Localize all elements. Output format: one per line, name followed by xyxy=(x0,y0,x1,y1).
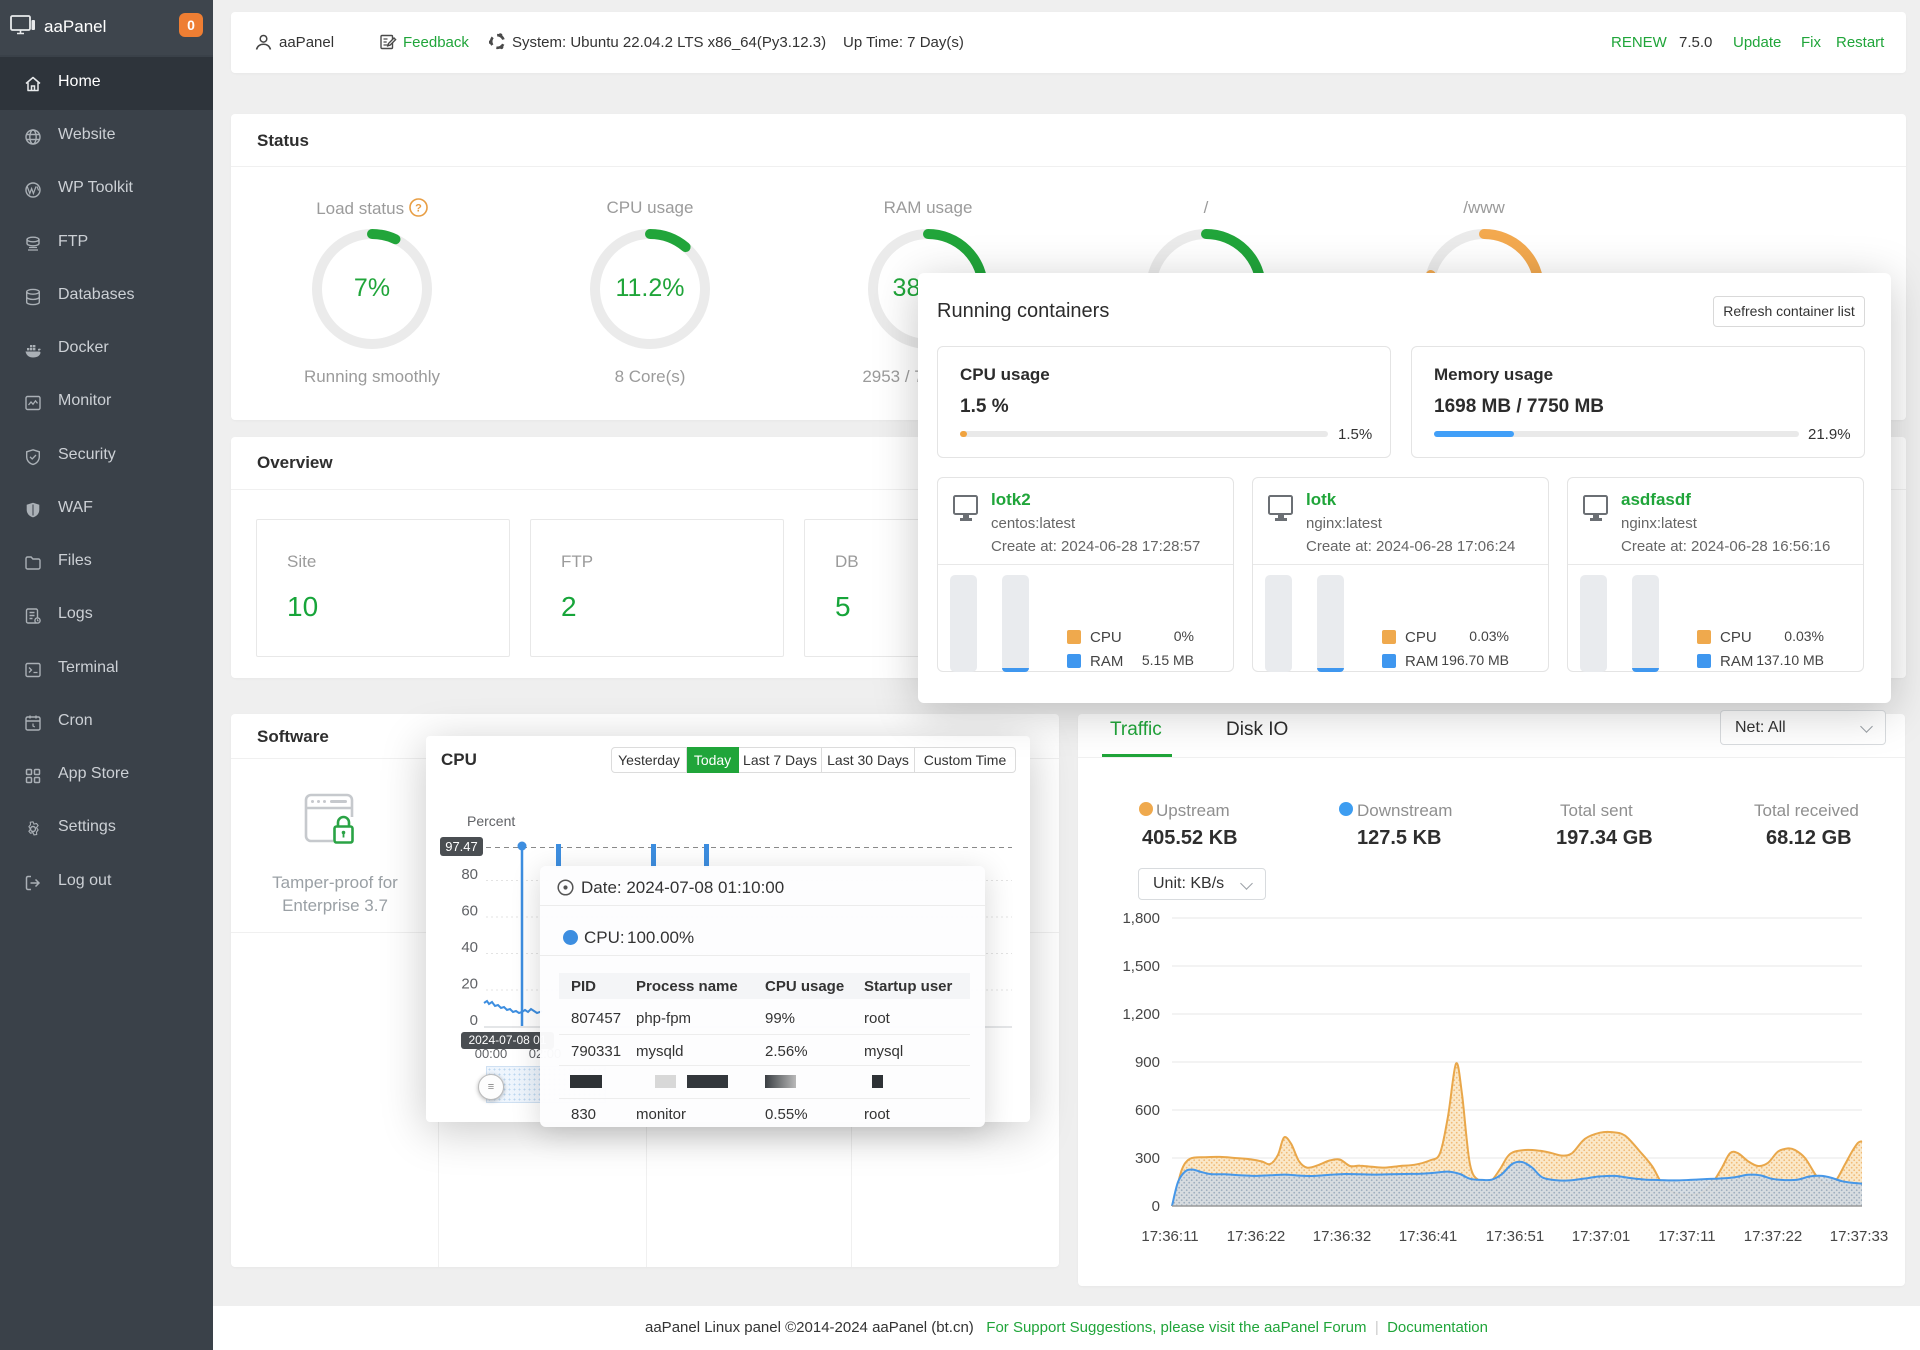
svg-text:17:37:33: 17:37:33 xyxy=(1830,1228,1888,1245)
svg-text:0: 0 xyxy=(1152,1198,1160,1215)
svg-text:17:37:22: 17:37:22 xyxy=(1744,1228,1802,1245)
svg-text:17:37:11: 17:37:11 xyxy=(1658,1228,1715,1245)
svg-text:1,800: 1,800 xyxy=(1122,910,1160,927)
svg-text:1,200: 1,200 xyxy=(1122,1006,1160,1023)
svg-text:60: 60 xyxy=(461,903,478,920)
svg-text:900: 900 xyxy=(1135,1054,1160,1071)
svg-text:300: 300 xyxy=(1135,1150,1160,1167)
svg-text:17:37:01: 17:37:01 xyxy=(1572,1228,1630,1245)
svg-text:17:36:32: 17:36:32 xyxy=(1313,1228,1371,1245)
svg-text:17:36:11: 17:36:11 xyxy=(1141,1228,1198,1245)
svg-text:20: 20 xyxy=(461,976,478,993)
svg-text:600: 600 xyxy=(1135,1102,1160,1119)
svg-text:?: ? xyxy=(415,203,422,215)
svg-text:17:36:41: 17:36:41 xyxy=(1399,1228,1457,1245)
svg-text:17:36:51: 17:36:51 xyxy=(1486,1228,1544,1245)
svg-text:17:36:22: 17:36:22 xyxy=(1227,1228,1285,1245)
svg-text:40: 40 xyxy=(461,939,478,956)
svg-text:80: 80 xyxy=(461,866,478,883)
svg-text:1,500: 1,500 xyxy=(1122,958,1160,975)
svg-text:0: 0 xyxy=(470,1012,478,1029)
